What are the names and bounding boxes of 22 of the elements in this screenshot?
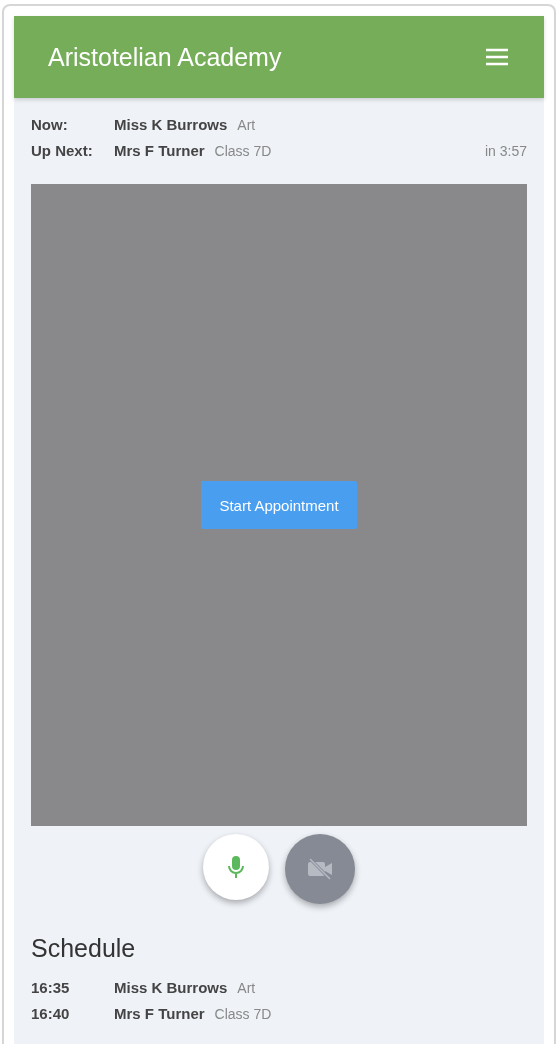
microphone-button[interactable] — [203, 834, 269, 900]
camera-off-icon — [307, 858, 333, 880]
menu-icon — [485, 48, 509, 66]
menu-button[interactable] — [484, 47, 510, 67]
status-label: Up Next: — [31, 142, 94, 159]
start-appointment-button[interactable]: Start Appointment — [201, 481, 357, 529]
app-title: Aristotelian Academy — [48, 42, 282, 72]
teacher-name: Mrs F Turner — [114, 142, 205, 159]
time-text: 16:35 — [31, 979, 71, 996]
subject-text: Class 7D — [214, 143, 272, 159]
microphone-icon — [228, 856, 244, 878]
subject-text: Art — [237, 117, 256, 133]
teacher-name: Miss K Burrows — [114, 116, 228, 133]
camera-button[interactable] — [285, 834, 355, 904]
subject-text: Class 7D — [214, 1006, 272, 1022]
teacher-name: Miss K Burrows — [114, 979, 228, 996]
countdown-text: in 3:57 — [484, 143, 527, 159]
time-text: 16:40 — [31, 1005, 71, 1022]
status-label: Now: — [31, 116, 69, 133]
teacher-name: Mrs F Turner — [114, 1005, 205, 1022]
subject-text: Art — [237, 980, 256, 996]
section-heading: Schedule — [31, 934, 137, 963]
